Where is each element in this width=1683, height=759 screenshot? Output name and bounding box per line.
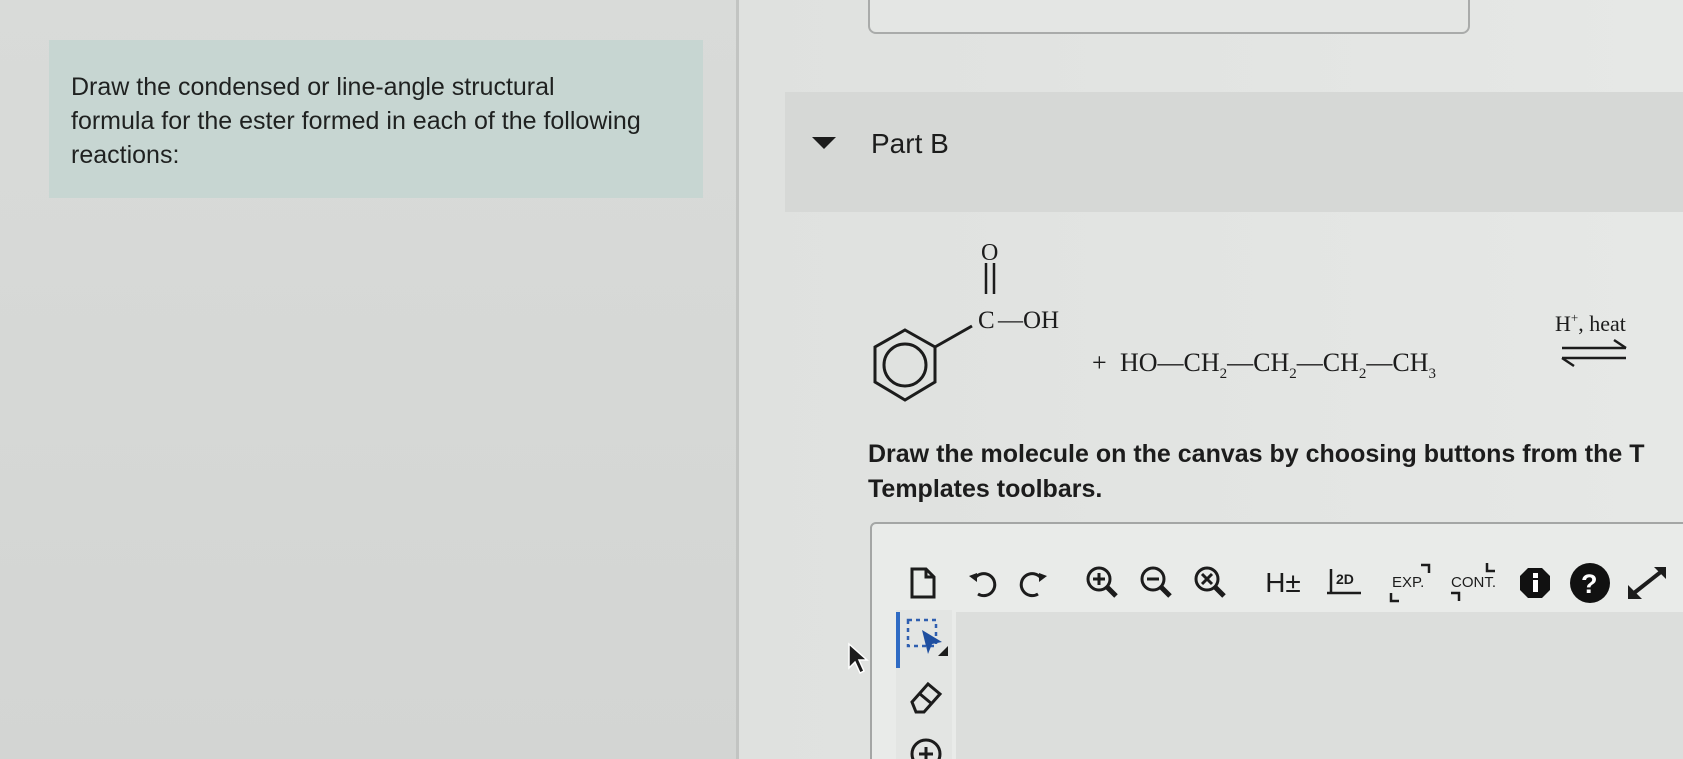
reaction-conditions: H+, heat xyxy=(1555,310,1626,336)
reaction-svg: O C —OH + HO—CH2—CH2—CH2—CH3 H+, heat xyxy=(873,240,1627,402)
tools-sidebar xyxy=(896,610,952,759)
eraser-icon[interactable] xyxy=(906,676,946,721)
plus-sign: + xyxy=(1092,348,1107,377)
add-atom-icon[interactable] xyxy=(908,736,944,759)
instructions-box: Draw the condensed or line-angle structu… xyxy=(49,40,703,198)
instructions-line-1: Draw the condensed or line-angle structu… xyxy=(71,73,555,101)
editor-toolbar: H± 2D EXP. CONT. ? xyxy=(891,558,1683,608)
svg-text:?: ? xyxy=(1581,569,1598,599)
subscript: 3 xyxy=(1429,366,1437,382)
info-icon[interactable] xyxy=(1515,558,1555,608)
instructions-line-3: reactions: xyxy=(71,141,180,169)
carbonyl-carbon: C xyxy=(978,307,995,334)
page: Draw the condensed or line-angle structu… xyxy=(0,0,1683,759)
hydroxyl-group: —OH xyxy=(997,307,1059,334)
contract-label: CONT. xyxy=(1451,574,1496,591)
alcohol-part: —CH xyxy=(1226,348,1289,377)
mouse-cursor-icon xyxy=(847,642,871,681)
collapse-caret-icon[interactable] xyxy=(812,137,836,149)
pane-divider[interactable] xyxy=(736,0,739,759)
carbonyl-double-bond xyxy=(984,263,996,294)
help-icon[interactable]: ? xyxy=(1567,558,1613,608)
alcohol-part: —CH xyxy=(1296,348,1359,377)
reaction-scheme: O C —OH + HO—CH2—CH2—CH2—CH3 H+, heat xyxy=(850,230,1683,420)
carbonyl-oxygen: O xyxy=(981,240,998,266)
draw-instructions-line-2: Templates toolbars. xyxy=(868,475,1103,503)
draw-instructions: Draw the molecule on the canvas by choos… xyxy=(868,437,1683,507)
benzene-ring xyxy=(873,324,973,402)
subscript: 2 xyxy=(1220,366,1228,382)
selected-tool-indicator xyxy=(896,612,900,668)
draw-instructions-line-1: Draw the molecule on the canvas by choos… xyxy=(868,440,1645,468)
conditions-h: H xyxy=(1555,311,1571,336)
instructions-line-2: formula for the ester formed in each of … xyxy=(71,107,641,135)
redo-icon[interactable] xyxy=(1015,558,1051,608)
alcohol-formula: HO—CH2—CH2—CH2—CH3 xyxy=(1120,348,1436,382)
equilibrium-arrow-icon xyxy=(1561,338,1627,368)
alcohol-part: HO—CH xyxy=(1120,348,1220,377)
new-document-icon[interactable] xyxy=(905,558,941,608)
expand-button[interactable]: EXP. xyxy=(1385,558,1435,608)
previous-part-box[interactable] xyxy=(868,0,1470,34)
fullscreen-icon[interactable] xyxy=(1623,558,1673,608)
expand-label: EXP. xyxy=(1392,574,1424,591)
clean-2d-button[interactable]: 2D xyxy=(1325,558,1365,608)
zoom-out-icon[interactable] xyxy=(1137,558,1177,608)
contract-button[interactable]: CONT. xyxy=(1447,558,1499,608)
subscript: 2 xyxy=(1289,366,1297,382)
alcohol-part: —CH xyxy=(1365,348,1428,377)
conditions-superscript: + xyxy=(1571,310,1578,325)
conditions-heat: , heat xyxy=(1578,311,1626,336)
zoom-in-icon[interactable] xyxy=(1083,558,1123,608)
part-title[interactable]: Part B xyxy=(871,128,949,160)
hydrogen-toggle-button[interactable]: H± xyxy=(1261,558,1305,608)
clean-2d-label: 2D xyxy=(1336,571,1354,587)
zoom-reset-icon[interactable] xyxy=(1191,558,1231,608)
select-tool-icon[interactable] xyxy=(904,616,950,665)
drawing-canvas[interactable] xyxy=(956,612,1683,759)
undo-icon[interactable] xyxy=(965,558,1001,608)
subscript: 2 xyxy=(1359,366,1367,382)
